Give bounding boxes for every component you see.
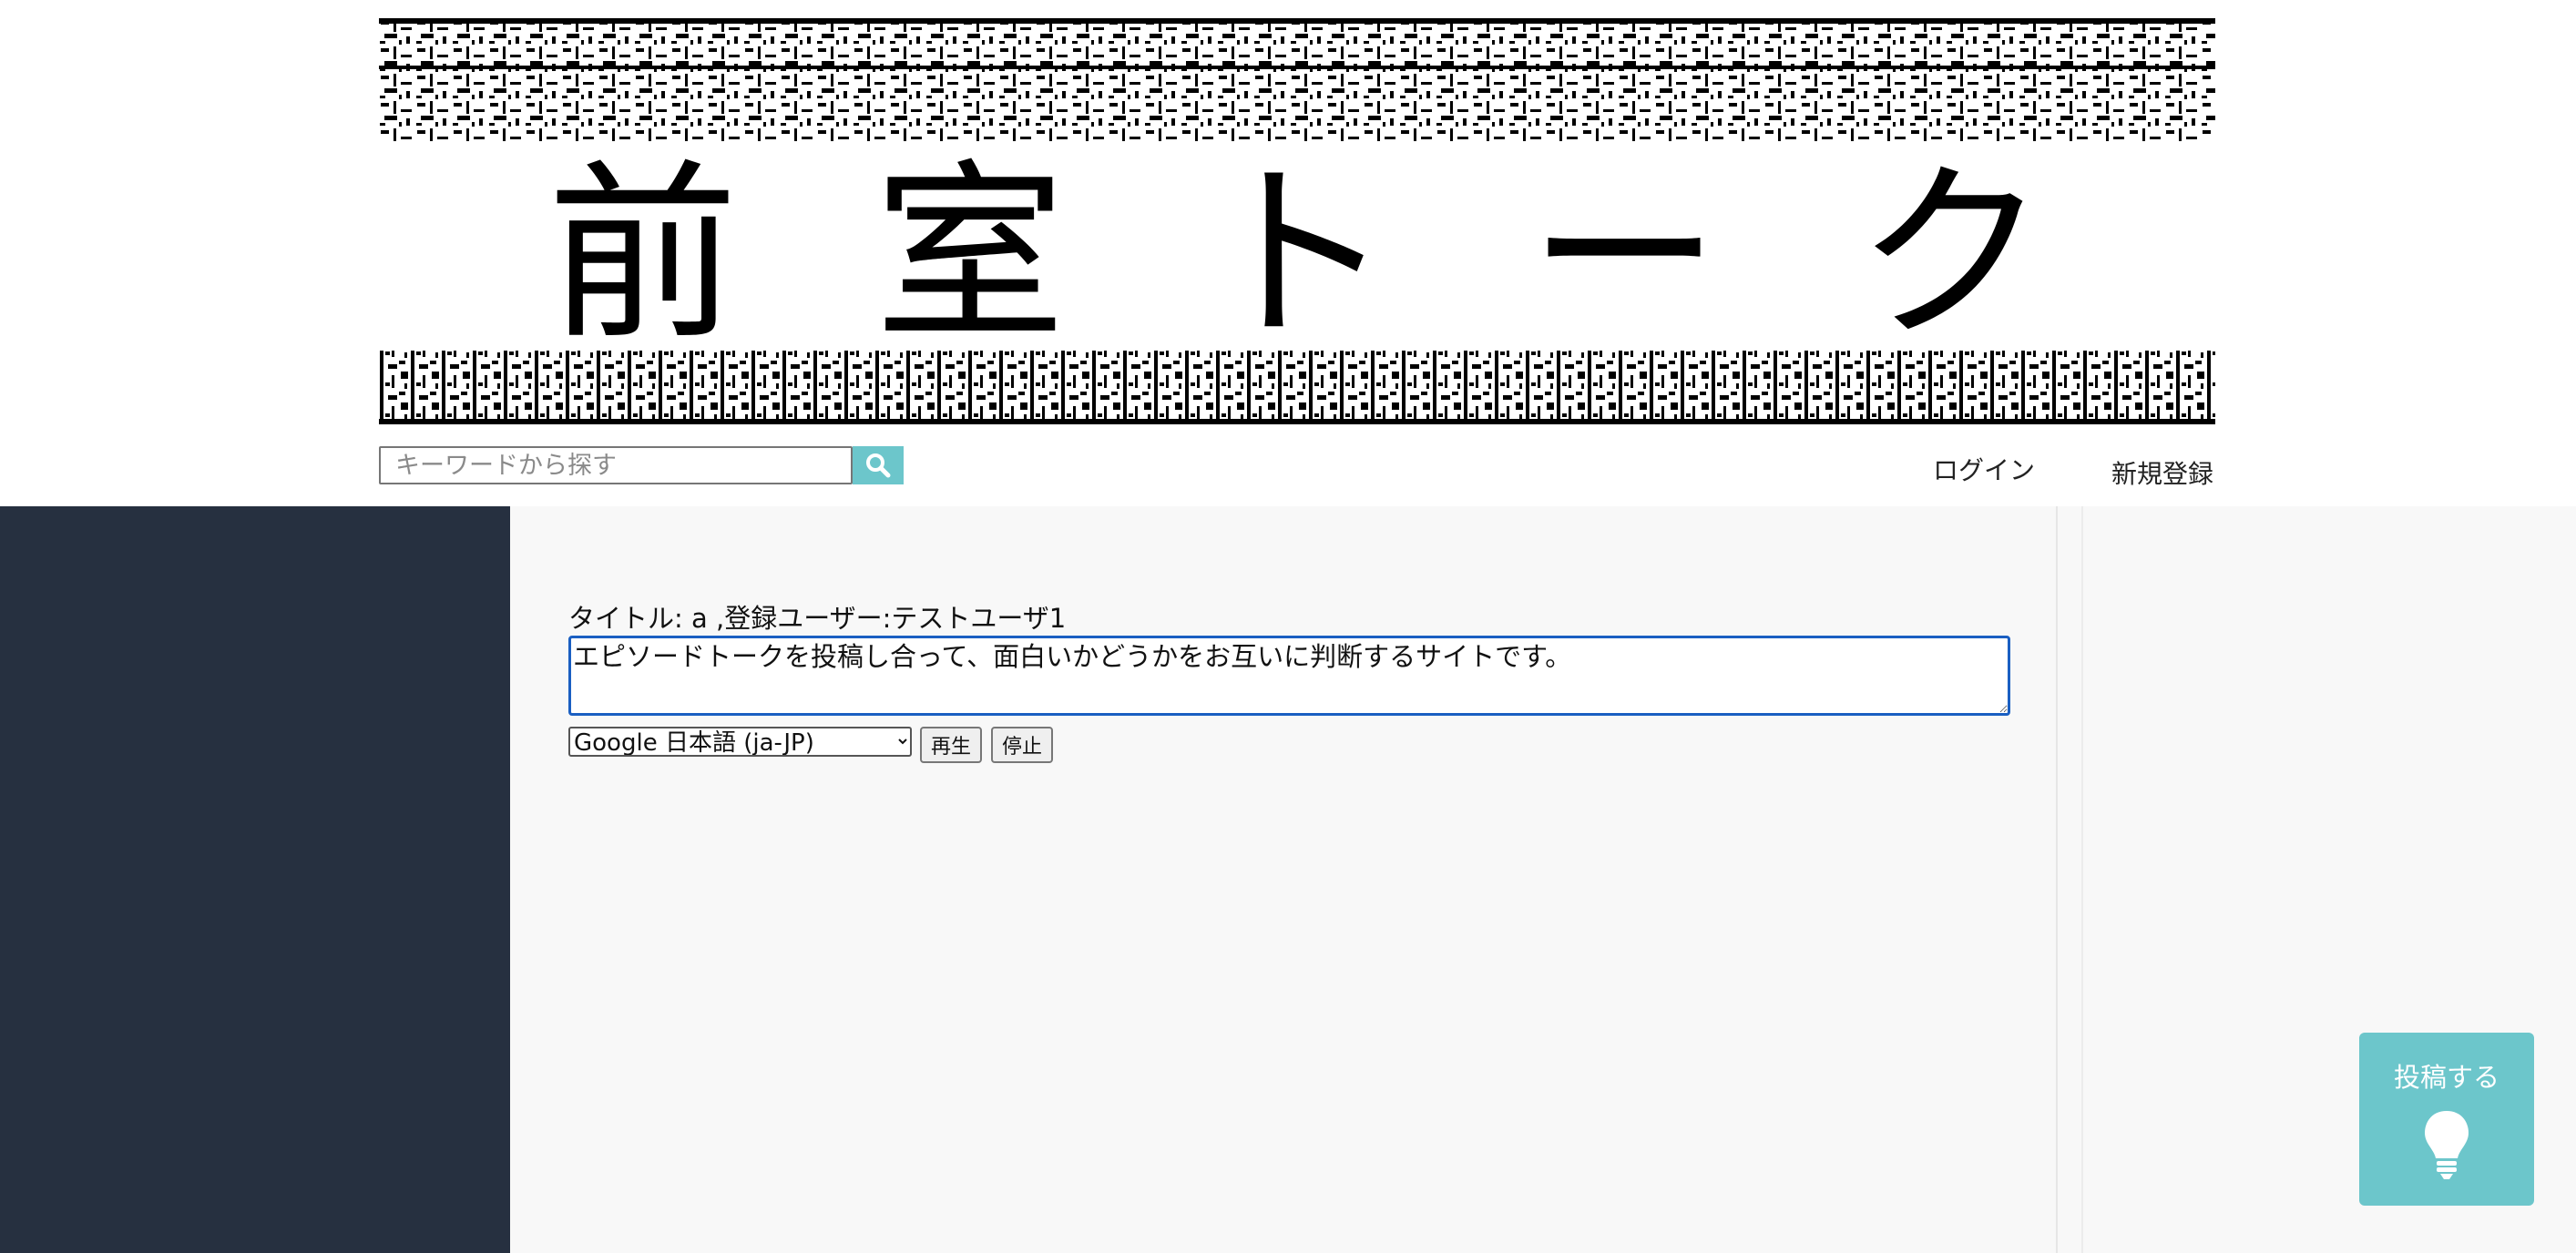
banner-title-char: 室 [874, 143, 1066, 366]
right-column-divider [2081, 506, 2083, 1253]
post-text-area[interactable]: エピソードトークを投稿し合って、面白いかどうかをお互いに判断するサイトです。 [568, 636, 2010, 716]
banner-title-char: ー [1528, 143, 1721, 366]
search-icon [866, 453, 891, 478]
post-button[interactable]: 投稿する [2359, 1033, 2534, 1206]
banner-title: 前 室 ト ー ク [379, 155, 2215, 355]
play-button[interactable]: 再生 [920, 727, 982, 763]
banner-title-char: ト [1201, 143, 1393, 366]
left-sidebar [0, 506, 510, 1253]
banner-title-char: 前 [547, 143, 739, 366]
post-button-label: 投稿する [2393, 1062, 2499, 1093]
lightbulb-icon [2425, 1111, 2469, 1179]
search-button[interactable] [853, 446, 904, 484]
site-banner[interactable]: 前 室 ト ー ク [379, 18, 2215, 424]
banner-title-char: ク [1855, 143, 2048, 366]
stop-button[interactable]: 停止 [991, 727, 1053, 763]
voice-select[interactable]: Google 日本語 (ja-JP) [568, 727, 912, 757]
post-meta: タイトル: a ,登録ユーザー:テストユーザ1 [568, 603, 1067, 634]
signup-link[interactable]: 新規登録 [2111, 454, 2213, 491]
login-link[interactable]: ログイン [1933, 451, 2035, 487]
search-input[interactable] [379, 446, 853, 484]
